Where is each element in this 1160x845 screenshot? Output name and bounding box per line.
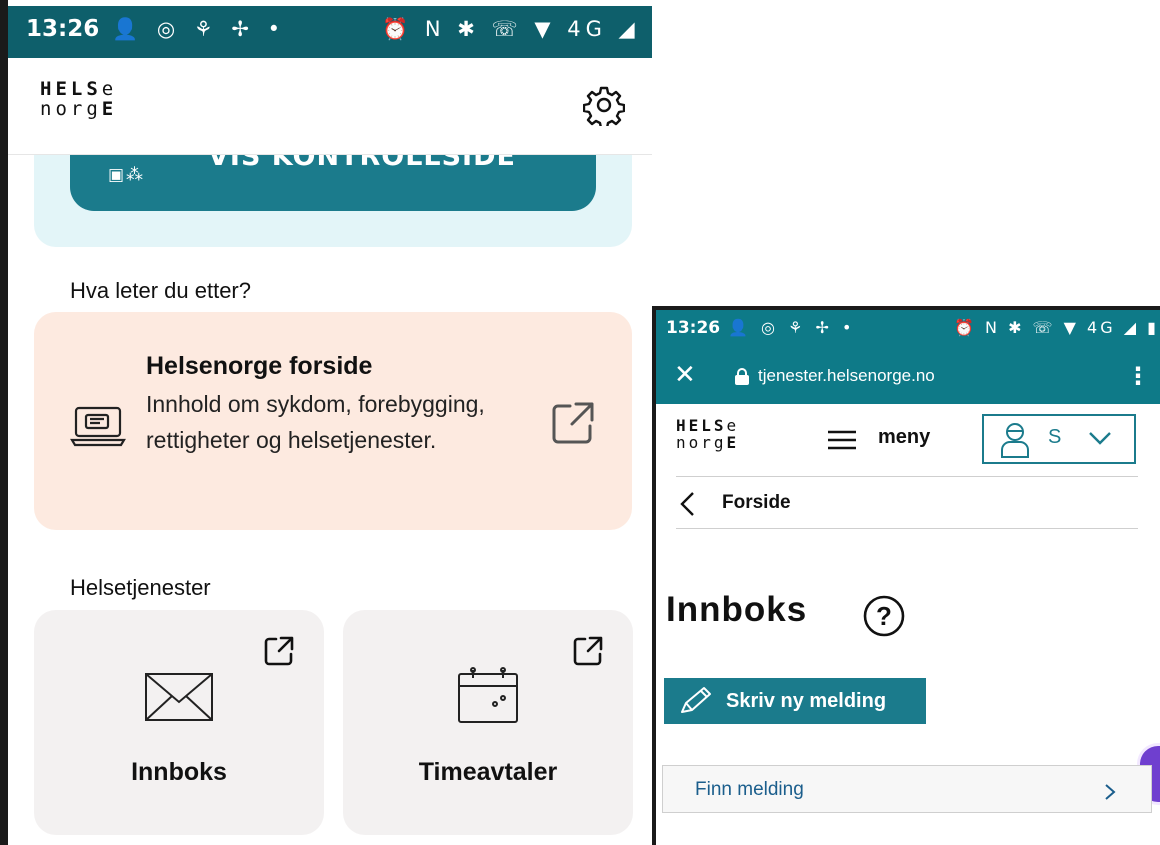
forside-title: Helsenorge forside <box>146 352 373 380</box>
status-time: 13:26 <box>666 318 721 338</box>
search-section-title: Hva leter du etter? <box>70 278 251 303</box>
chevron-down-icon <box>1088 430 1112 446</box>
status-bar: 13:26 👤 ◎ ⚘ ✢ • ⏰ N ✱ ☏ ▼ 4G ◢ ▮ <box>8 6 652 58</box>
laptop-icon <box>70 404 126 448</box>
status-notification-icons: 👤 ◎ ⚘ ✢ • <box>112 17 286 41</box>
status-system-icons: ⏰ N ✱ ☏ ▼ 4G ◢ ▮ <box>954 318 1159 337</box>
status-bar: 13:26 👤 ◎ ⚘ ✢ • ⏰ N ✱ ☏ ▼ 4G ◢ ▮ <box>656 310 1160 350</box>
url-text[interactable]: tjenester.helsenorge.no <box>758 366 935 386</box>
envelope-icon <box>144 672 214 722</box>
hamburger-icon[interactable] <box>826 430 858 450</box>
gear-icon[interactable] <box>583 84 625 126</box>
external-link-icon <box>262 634 296 668</box>
chevron-right-icon <box>1103 782 1117 802</box>
user-initial: S <box>1048 426 1062 448</box>
calendar-icon <box>455 666 521 726</box>
status-time: 13:26 <box>26 16 100 42</box>
forside-card[interactable]: Helsenorge forside Innhold om sykdom, fo… <box>34 312 632 530</box>
helsenorge-logo[interactable]: HELSe norgE <box>676 417 739 452</box>
phone-frame-edge <box>0 0 8 845</box>
browser-url-bar: ✕ tjenester.helsenorge.no ⋮ <box>656 350 1160 404</box>
kontrollside-label: VIS KONTROLLSIDE <box>208 155 516 172</box>
innboks-tile[interactable]: Innboks <box>34 610 324 835</box>
browser-menu-icon[interactable]: ⋮ <box>1126 362 1150 390</box>
helsenorge-logo[interactable]: HELSe norgE <box>40 79 117 120</box>
svg-text:?: ? <box>876 601 892 631</box>
find-message-label: Finn melding <box>695 779 804 800</box>
user-menu-button[interactable]: S <box>982 414 1136 464</box>
user-icon <box>1000 422 1030 458</box>
qr-icon: ▣⁂ <box>108 165 146 185</box>
lock-icon <box>734 368 750 386</box>
new-message-button[interactable]: Skriv ny melding <box>664 678 926 724</box>
external-link-icon <box>571 634 605 668</box>
pencil-icon <box>678 686 712 716</box>
timeavtaler-tile-label: Timeavtaler <box>418 758 558 786</box>
right-phone-screen: 13:26 👤 ◎ ⚘ ✢ • ⏰ N ✱ ☏ ▼ 4G ◢ ▮ ✕ tjene… <box>652 306 1160 845</box>
page-title: Innboks <box>666 590 808 629</box>
menu-label[interactable]: meny <box>878 426 930 449</box>
find-message-row[interactable]: Finn melding <box>662 765 1152 813</box>
innboks-tile-label: Innboks <box>131 758 227 786</box>
external-link-icon <box>548 398 598 448</box>
header-divider <box>676 476 1138 477</box>
forside-description: Innhold om sykdom, forebygging, rettighe… <box>146 391 485 453</box>
close-icon[interactable]: ✕ <box>674 360 696 390</box>
help-icon[interactable]: ? <box>862 594 906 638</box>
kontrollside-button[interactable]: ▣⁂ VIS KONTROLLSIDE <box>70 155 596 211</box>
services-section-title: Helsetjenester <box>70 575 211 600</box>
breadcrumb-divider <box>676 528 1138 529</box>
chevron-left-icon[interactable] <box>678 491 696 517</box>
breadcrumb-back-link[interactable]: Forside <box>722 492 791 514</box>
status-system-icons: ⏰ N ✱ ☏ ▼ 4G ◢ ▮ <box>382 17 652 41</box>
status-notification-icons: 👤 ◎ ⚘ ✢ • <box>728 318 856 337</box>
new-message-label: Skriv ny melding <box>726 690 887 712</box>
left-phone-screen: 13:26 👤 ◎ ⚘ ✢ • ⏰ N ✱ ☏ ▼ 4G ◢ ▮ HELSe n… <box>0 0 652 845</box>
timeavtaler-tile[interactable]: Timeavtaler <box>343 610 633 835</box>
